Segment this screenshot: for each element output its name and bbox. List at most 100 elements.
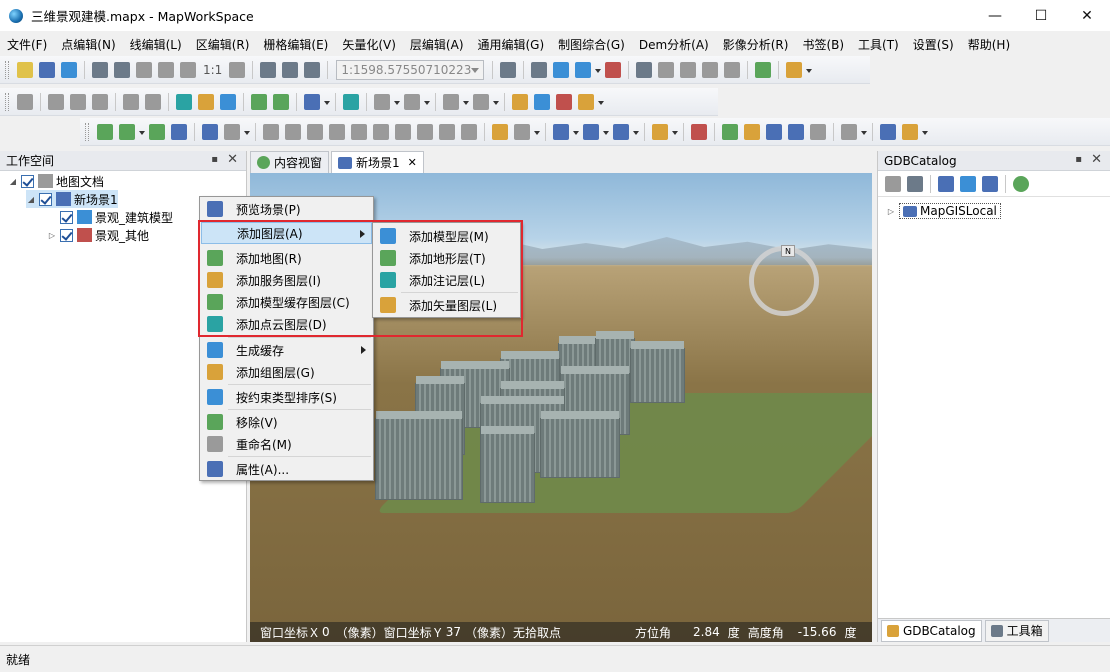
link-icon[interactable]: [722, 123, 738, 140]
layer-checkbox[interactable]: [60, 228, 73, 242]
open-file-icon[interactable]: [39, 61, 55, 78]
eye-icon[interactable]: [229, 61, 246, 78]
chart-tool-dropdown[interactable]: [860, 124, 868, 140]
tab-toolbox[interactable]: 工具箱: [984, 619, 1049, 642]
cluster-icon[interactable]: [583, 123, 599, 140]
network-icon[interactable]: [176, 93, 192, 110]
tree-node-map-doc[interactable]: ◢ 地图文档: [8, 172, 104, 190]
menu-dem-analysis[interactable]: Dem分析(A): [632, 36, 716, 53]
home2-icon[interactable]: [556, 93, 572, 110]
menu-generate-cache[interactable]: 生成缓存: [201, 339, 372, 361]
heart-icon[interactable]: [605, 61, 622, 78]
menu-file[interactable]: 文件(F): [0, 36, 54, 53]
menu-point-edit[interactable]: 点编辑(N): [54, 36, 122, 53]
settings-dropdown[interactable]: [805, 62, 813, 78]
layer-checkbox[interactable]: [21, 174, 34, 188]
sun-icon[interactable]: [492, 123, 508, 140]
db2-icon[interactable]: [443, 93, 459, 110]
pin-icon[interactable]: ▪: [211, 154, 218, 165]
weather-dropdown[interactable]: [572, 124, 580, 140]
search-icon[interactable]: [982, 175, 998, 192]
menu-sort-by-constraint[interactable]: 按约束类型排序(S): [201, 386, 372, 408]
tool-icon[interactable]: [755, 61, 772, 78]
refresh-icon[interactable]: [260, 61, 277, 78]
stack-icon[interactable]: [766, 123, 782, 140]
layers-icon[interactable]: [724, 61, 741, 78]
measure-icon[interactable]: [553, 61, 570, 78]
menu-remove[interactable]: 移除(V): [201, 411, 372, 433]
upload-icon[interactable]: [149, 123, 165, 140]
info-icon[interactable]: [531, 61, 548, 78]
arrow-tool-dropdown[interactable]: [492, 94, 500, 110]
house-icon[interactable]: [343, 93, 359, 110]
analysis-9-icon[interactable]: [439, 123, 455, 140]
tree-node-other[interactable]: ▷ 景观_其他: [47, 226, 149, 244]
db-dropdown[interactable]: [393, 94, 401, 110]
close-icon[interactable]: ✕: [1091, 152, 1102, 167]
menu-add-group-layer[interactable]: 添加组图层(G): [201, 361, 372, 383]
grid-edit-icon[interactable]: [119, 123, 135, 140]
arrow-tool-icon[interactable]: [473, 93, 489, 110]
capture-icon[interactable]: [691, 123, 707, 140]
terrain-tool-icon[interactable]: [198, 93, 214, 110]
menu-settings[interactable]: 设置(S): [906, 36, 961, 53]
analysis-6-icon[interactable]: [373, 123, 389, 140]
cloud-icon[interactable]: [304, 93, 320, 110]
save-icon[interactable]: [61, 61, 77, 78]
select-dropdown[interactable]: [594, 62, 602, 78]
home-icon[interactable]: [180, 61, 196, 78]
analysis-2-icon[interactable]: [285, 123, 301, 140]
menu-tools[interactable]: 工具(T): [851, 36, 906, 53]
db-icon[interactable]: [374, 93, 390, 110]
photo-icon[interactable]: [902, 123, 918, 140]
full-extent-icon[interactable]: [158, 61, 174, 78]
move-icon[interactable]: [304, 61, 321, 78]
chart-icon[interactable]: [702, 61, 719, 78]
menu-region-edit[interactable]: 区编辑(R): [189, 36, 257, 53]
toolbar-grip[interactable]: [85, 122, 89, 141]
grid-dropdown[interactable]: [138, 124, 146, 140]
cluster-dropdown[interactable]: [602, 124, 610, 140]
magnifier-icon[interactable]: [500, 61, 517, 78]
menu-help[interactable]: 帮助(H): [961, 36, 1017, 53]
tab-gdbcatalog[interactable]: GDBCatalog: [881, 619, 982, 642]
polygon-icon[interactable]: [171, 123, 187, 140]
toolbar-grip[interactable]: [5, 60, 9, 79]
analysis-7-icon[interactable]: [395, 123, 411, 140]
pan-hand-icon[interactable]: [136, 61, 152, 78]
menu-preview-scene[interactable]: 预览场景(P): [201, 198, 372, 220]
split-icon[interactable]: [788, 123, 804, 140]
analysis-5-icon[interactable]: [351, 123, 367, 140]
new-file-icon[interactable]: [17, 61, 33, 78]
close-button[interactable]: ✕: [1064, 0, 1110, 31]
analysis-4-icon[interactable]: [329, 123, 345, 140]
db2-dropdown[interactable]: [462, 94, 470, 110]
refresh-icon[interactable]: [960, 175, 976, 192]
flag-icon[interactable]: [578, 93, 594, 110]
tab-close-icon[interactable]: ✕: [408, 156, 417, 169]
menu-properties[interactable]: 属性(A)...: [201, 458, 372, 480]
zoom-dropdown[interactable]: [243, 124, 251, 140]
sun-dropdown[interactable]: [533, 124, 541, 140]
zoom-in-icon[interactable]: [92, 61, 108, 78]
sphere-icon[interactable]: [92, 93, 108, 110]
analysis-8-icon[interactable]: [417, 123, 433, 140]
close-icon[interactable]: ✕: [227, 152, 238, 167]
import-icon[interactable]: [273, 93, 289, 110]
edit-attr-icon[interactable]: [145, 93, 161, 110]
menu-layer-edit[interactable]: 层编辑(A): [403, 36, 471, 53]
box-icon[interactable]: [744, 123, 760, 140]
magic-wand-icon[interactable]: [652, 123, 668, 140]
cloud-dropdown[interactable]: [323, 94, 331, 110]
pencil-icon[interactable]: [810, 123, 826, 140]
table-icon[interactable]: [680, 61, 697, 78]
toolbar-grip[interactable]: [5, 92, 9, 111]
analysis-1-icon[interactable]: [263, 123, 279, 140]
mosaic-dropdown[interactable]: [632, 124, 640, 140]
contrast-icon[interactable]: [636, 61, 653, 78]
tree-node-scene[interactable]: ◢ 新场景1: [26, 190, 118, 208]
scale-combobox[interactable]: 1:1598.57550710223: [336, 59, 485, 80]
zoom-out-icon[interactable]: [114, 61, 130, 78]
catalog-root-node[interactable]: ▷ MapGISLocal: [886, 203, 1001, 219]
frame-icon[interactable]: [512, 93, 528, 110]
